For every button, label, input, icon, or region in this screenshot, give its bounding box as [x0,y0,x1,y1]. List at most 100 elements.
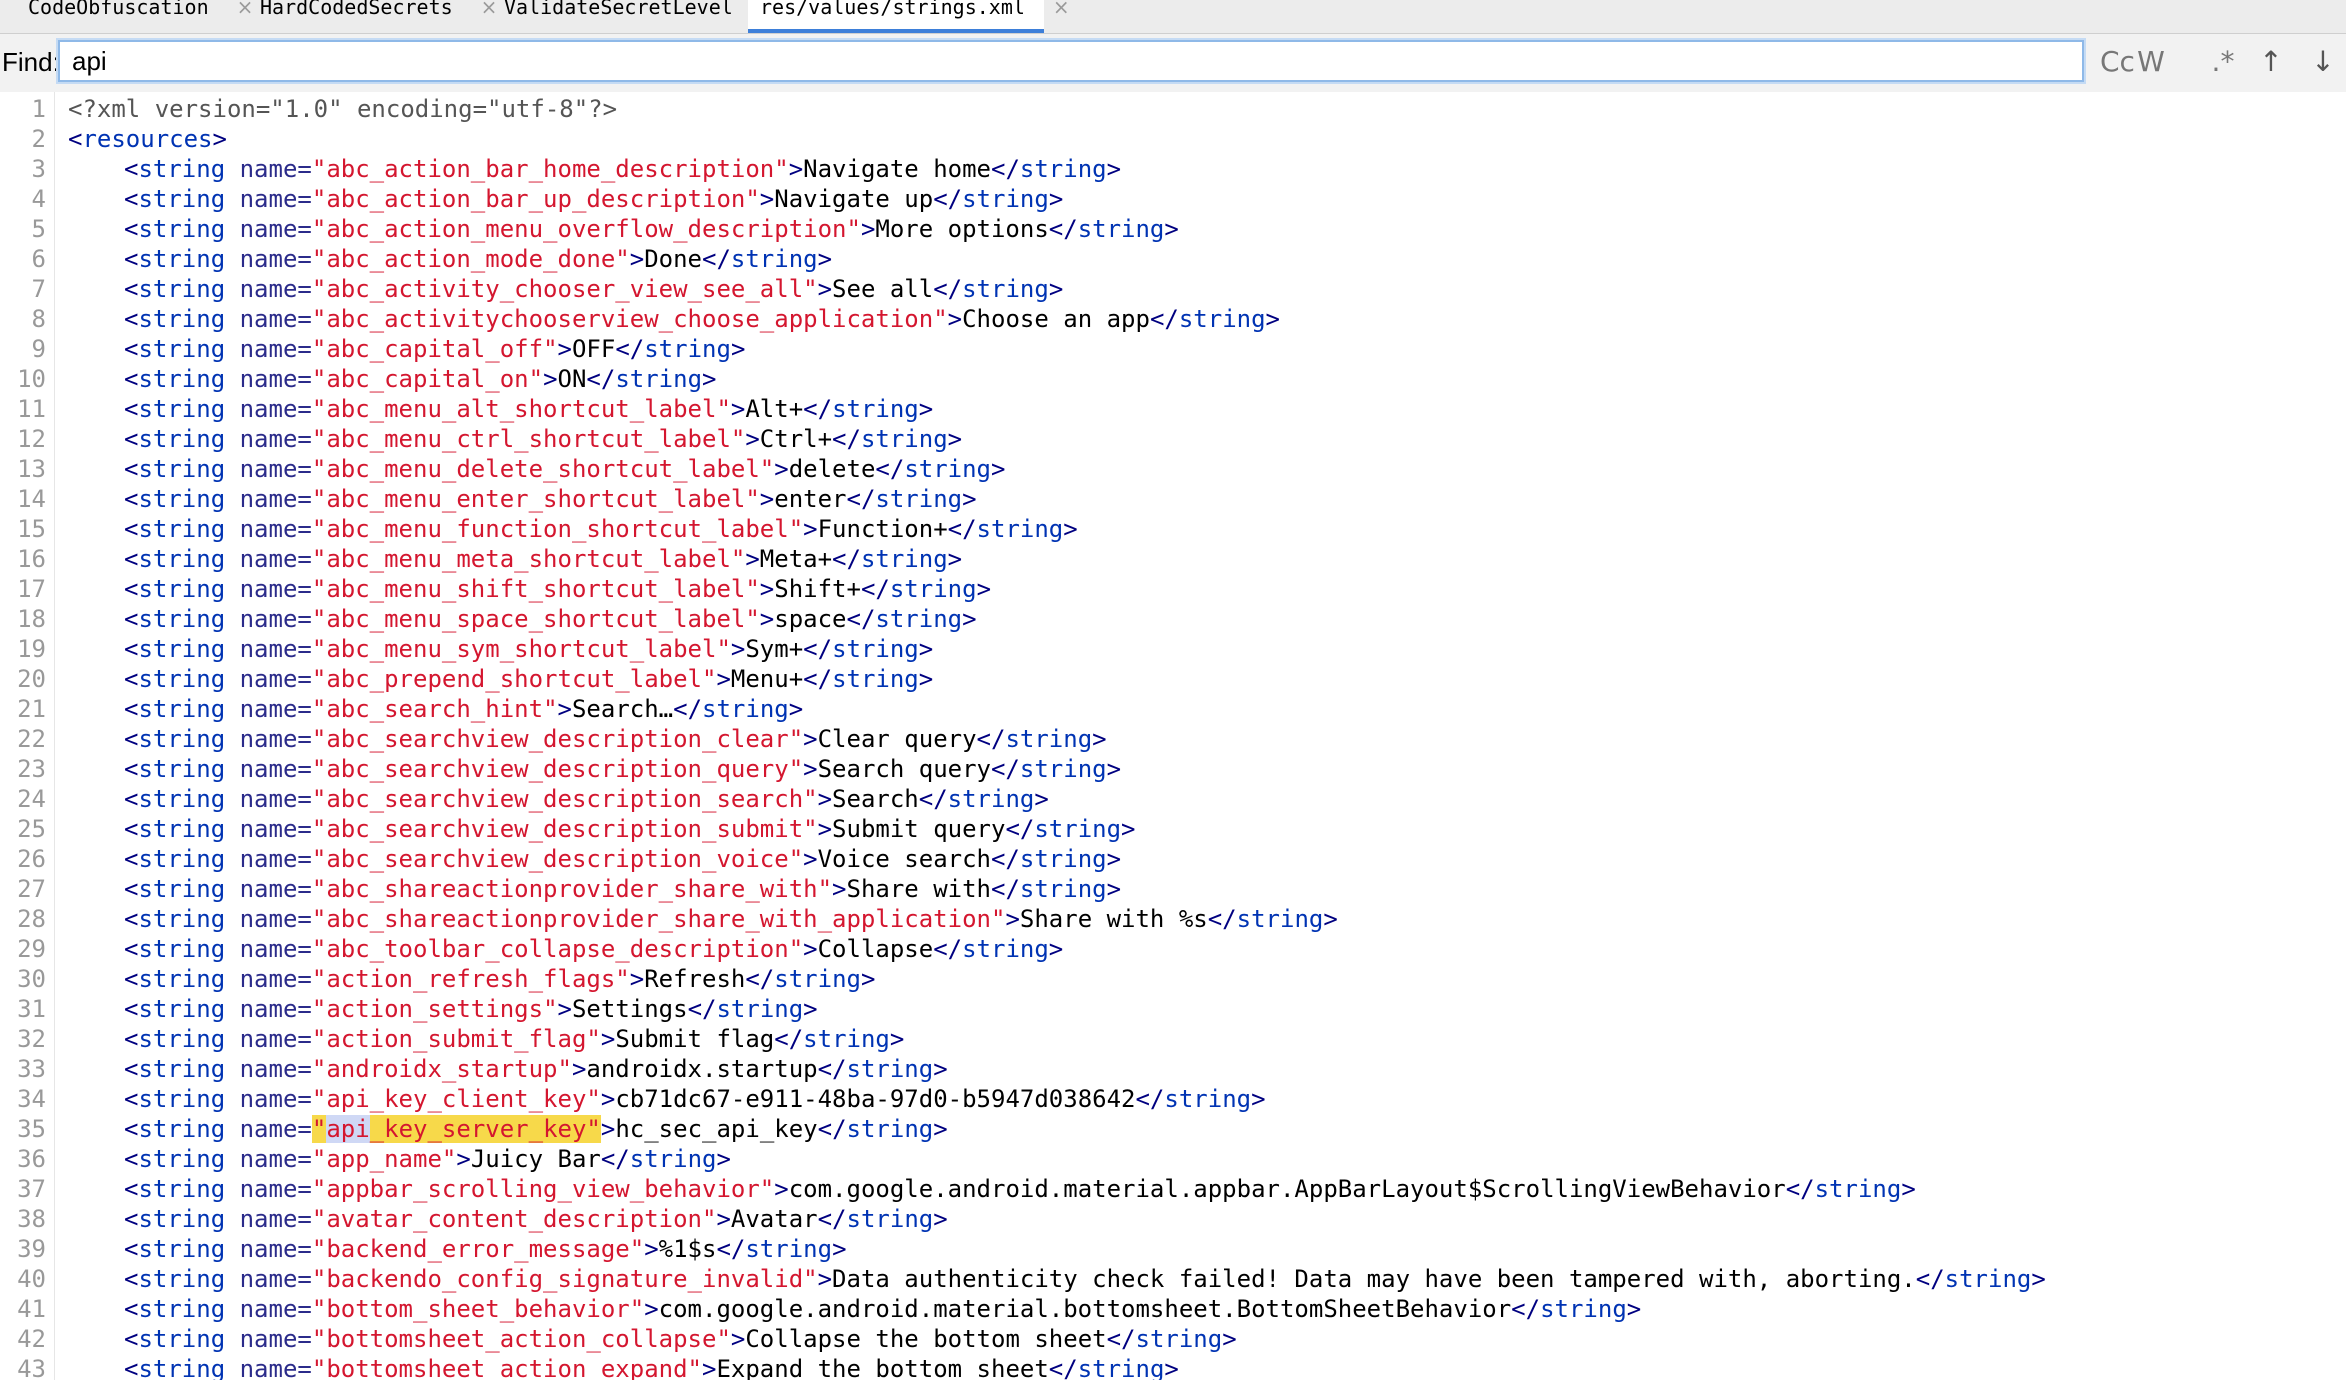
search-match-highlight: "api_key_server_key" [311,1115,601,1143]
code-line[interactable]: 27 <string name="abc_shareactionprovider_… [0,874,2346,904]
code-line[interactable]: 34 <string name="api_key_client_key">cb71… [0,1084,2346,1114]
code-line[interactable]: 16 <string name="abc_menu_meta_shortcut_l… [0,544,2346,574]
previous-occurrence-icon[interactable]: ↑ [2254,44,2288,80]
code-line[interactable]: 25 <string name="abc_searchview_descripti… [0,814,2346,844]
code-line[interactable]: 35 <string name="api_key_server_key">hc_s… [0,1114,2346,1144]
string-name: abc_action_mode_done [326,245,616,273]
code-line[interactable]: 39 <string name="backend_error_message">%… [0,1234,2346,1264]
code-line[interactable]: 19 <string name="abc_menu_sym_shortcut_la… [0,634,2346,664]
code-line[interactable]: 3 <string name="abc_action_bar_home_descr… [0,154,2346,184]
line-number: 3 [31,155,46,183]
editor-tab[interactable]: HardCodedSecrets × [248,0,497,33]
string-value: Share with [846,875,992,903]
code-line[interactable]: 10 <string name="abc_capital_on">ON</stri… [0,364,2346,394]
code-line[interactable]: 7 <string name="abc_activity_chooser_view… [0,274,2346,304]
line-number: 41 [17,1295,46,1323]
next-occurrence-icon[interactable]: ↓ [2306,44,2340,80]
code-line[interactable]: 11 <string name="abc_menu_alt_shortcut_la… [0,394,2346,424]
editor-tab[interactable]: res/values/strings.xml × [748,0,1070,33]
whole-words-toggle[interactable]: W [2134,44,2168,80]
code-line[interactable]: 6 <string name="abc_action_mode_done">Don… [0,244,2346,274]
code-area[interactable]: 1 <?xml version="1.0" encoding="utf-8"?> 2… [0,94,2346,1380]
close-tab-icon[interactable]: × [1053,0,1070,19]
code-line[interactable]: 4 <string name="abc_action_bar_up_descrip… [0,184,2346,214]
code-line[interactable]: 23 <string name="abc_searchview_descripti… [0,754,2346,784]
code-line[interactable]: 31 <string name="action_settings">Setting… [0,994,2346,1024]
code-line[interactable]: 18 <string name="abc_menu_space_shortcut_… [0,604,2346,634]
string-value: space [774,605,847,633]
code-line[interactable]: 33 <string name="androidx_startup">androi… [0,1054,2346,1084]
line-content: <string name="abc_menu_function_shortcut… [124,515,1078,543]
code-line[interactable]: 38 <string name="avatar_content_descripti… [0,1204,2346,1234]
line-content: <string name="abc_menu_space_shortcut_la… [124,605,977,633]
code-line[interactable]: 29 <string name="abc_toolbar_collapse_des… [0,934,2346,964]
code-line[interactable]: 42 <string name="bottomsheet_action_colla… [0,1324,2346,1354]
code-line[interactable]: 5 <string name="abc_action_menu_overflow_… [0,214,2346,244]
code-line[interactable]: 32 <string name="action_submit_flag">Subm… [0,1024,2346,1054]
line-number: 30 [17,965,46,993]
code-line[interactable]: 22 <string name="abc_searchview_descripti… [0,724,2346,754]
code-line[interactable]: 40 <string name="backendo_config_signatur… [0,1264,2346,1294]
code-line[interactable]: 37 <string name="appbar_scrolling_view_be… [0,1174,2346,1204]
line-number: 27 [17,875,46,903]
string-value: Submit query [832,815,1006,843]
string-value: cb71dc67-e911-48ba-97d0-b5947d038642 [615,1085,1136,1113]
regex-toggle[interactable]: .* [2206,44,2240,80]
line-number: 23 [17,755,46,783]
string-name: abc_action_menu_overflow_description [326,215,847,243]
code-line[interactable]: 24 <string name="abc_searchview_descripti… [0,784,2346,814]
string-value: androidx.startup [586,1055,818,1083]
line-number: 36 [17,1145,46,1173]
code-editor[interactable]: 1 <?xml version="1.0" encoding="utf-8"?> 2… [0,92,2346,1380]
string-name: appbar_scrolling_view_behavior [326,1175,760,1203]
line-number: 11 [17,395,46,423]
string-name: abc_shareactionprovider_share_with [326,875,818,903]
string-name: abc_search_hint [326,695,544,723]
code-line[interactable]: 17 <string name="abc_menu_shift_shortcut_… [0,574,2346,604]
string-value: Data authenticity check failed! Data may… [832,1265,1916,1293]
code-line[interactable]: 9 <string name="abc_capital_off">OFF</str… [0,334,2346,364]
string-value: Collapse [817,935,934,963]
code-line[interactable]: 30 <string name="action_refresh_flags">Re… [0,964,2346,994]
line-content: <string name="api_key_client_key">cb71dc… [124,1085,1266,1113]
code-line[interactable]: 43 <string name="bottomsheet_action_expan… [0,1354,2346,1380]
find-input[interactable] [58,40,2084,82]
line-content: <string name="abc_menu_sym_shortcut_labe… [124,635,934,663]
code-line[interactable]: 2 <resources> [0,124,2346,154]
code-line[interactable]: 26 <string name="abc_searchview_descripti… [0,844,2346,874]
string-value: Done [644,245,702,273]
search-term-match: api [326,1115,370,1143]
string-name: abc_searchview_description_search [326,785,804,813]
string-value: Search… [571,695,674,723]
string-name: abc_menu_sym_shortcut_label [326,635,717,663]
string-value: OFF [571,335,616,363]
line-content: <string name="bottom_sheet_behavior">com… [124,1295,1642,1323]
match-case-toggle[interactable]: Cc [2100,44,2135,80]
code-line[interactable]: 1 <?xml version="1.0" encoding="utf-8"?> [0,94,2346,124]
line-number: 16 [17,545,46,573]
line-number: 10 [17,365,46,393]
code-line[interactable]: 36 <string name="app_name">Juicy Bar</str… [0,1144,2346,1174]
code-line[interactable]: 21 <string name="abc_search_hint">Search…… [0,694,2346,724]
code-line[interactable]: 20 <string name="abc_prepend_shortcut_lab… [0,664,2346,694]
code-line[interactable]: 13 <string name="abc_menu_delete_shortcut… [0,454,2346,484]
string-name: abc_action_bar_home_description [326,155,775,183]
line-content: <string name="abc_menu_ctrl_shortcut_lab… [124,425,963,453]
line-number: 18 [17,605,46,633]
code-line[interactable]: 28 <string name="abc_shareactionprovider_… [0,904,2346,934]
code-line[interactable]: 12 <string name="abc_menu_ctrl_shortcut_l… [0,424,2346,454]
string-name: backendo_config_signature_invalid [326,1265,804,1293]
find-bar: Find: Cc W .* ↑ ↓ [0,34,2346,93]
code-line[interactable]: 41 <string name="bottom_sheet_behavior">c… [0,1294,2346,1324]
string-name: api_key_server_key [326,1115,587,1143]
string-value: Clear query [817,725,977,753]
code-line[interactable]: 8 <string name="abc_activitychooserview_c… [0,304,2346,334]
code-line[interactable]: 15 <string name="abc_menu_function_shortc… [0,514,2346,544]
line-number: 34 [17,1085,46,1113]
editor-tab[interactable]: ValidateSecretLevel× [492,0,778,33]
editor-tab[interactable]: CodeObfuscation × [16,0,253,33]
string-value: Meta+ [759,545,833,573]
line-number: 22 [17,725,46,753]
code-line[interactable]: 14 <string name="abc_menu_enter_shortcut_… [0,484,2346,514]
line-number: 32 [17,1025,46,1053]
